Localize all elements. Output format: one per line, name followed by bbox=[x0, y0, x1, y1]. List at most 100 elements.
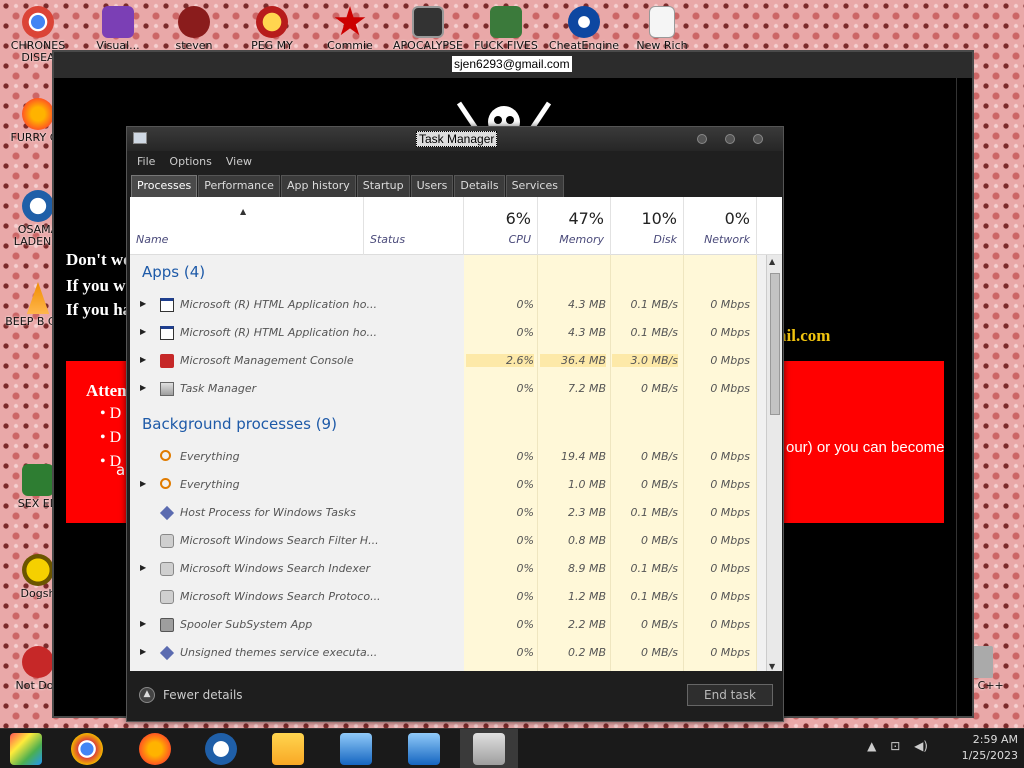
browser-scrollbar[interactable] bbox=[956, 78, 972, 716]
diamond-icon bbox=[159, 505, 175, 521]
task-manager-titlebar[interactable]: Task Manager bbox=[127, 127, 783, 151]
chevron-right-icon[interactable]: ▶ bbox=[140, 619, 146, 628]
volume-icon[interactable]: ◀) bbox=[914, 739, 928, 753]
process-disk: 0.1 MB/s bbox=[630, 326, 678, 339]
process-network: 0 Mbps bbox=[710, 326, 750, 339]
desktop-icon-apocalypse[interactable]: APOCALYPSE bbox=[392, 6, 464, 52]
process-network: 0 Mbps bbox=[710, 298, 750, 311]
task-manager-footer: ▲ Fewer details End task bbox=[127, 671, 783, 721]
file-explorer-icon[interactable] bbox=[272, 733, 304, 765]
process-row[interactable]: ▶ Microsoft Management Console 2.6% 36.4 MB… bbox=[130, 347, 766, 375]
chevron-right-icon[interactable]: ▶ bbox=[140, 299, 146, 308]
firefox-icon[interactable] bbox=[139, 733, 171, 765]
column-header-disk[interactable]: 10% Disk bbox=[611, 197, 684, 255]
process-row[interactable]: ▶ Spooler SubSystem App 0% 2.2 MB 0 MB/s 0 Mb… bbox=[130, 611, 766, 639]
chevron-right-icon[interactable]: ▶ bbox=[140, 327, 146, 336]
end-task-button[interactable]: End task bbox=[687, 684, 773, 706]
process-list-scrollbar[interactable]: ▲ ▼ bbox=[766, 255, 782, 673]
sort-up-icon: ▲ bbox=[240, 207, 247, 216]
window-icon bbox=[160, 298, 174, 312]
scrollbar-thumb[interactable] bbox=[770, 273, 780, 415]
fewer-details-link[interactable]: Fewer details bbox=[163, 688, 243, 702]
scroll-down-icon[interactable]: ▼ bbox=[769, 662, 775, 671]
process-list: Apps (4) ▶ Microsoft (R) HTML Application… bbox=[130, 255, 766, 673]
process-cpu: 0% bbox=[516, 506, 534, 519]
clock[interactable]: 2:59 AM 1/25/2023 bbox=[962, 731, 1018, 762]
remote-app-icon-2[interactable] bbox=[408, 733, 440, 765]
menu-view[interactable]: View bbox=[226, 155, 252, 171]
process-cpu: 0% bbox=[516, 298, 534, 311]
process-row[interactable]: Host Process for Windows Tasks 0% 2.3 MB 0.… bbox=[130, 499, 766, 527]
process-name: Microsoft Management Console bbox=[180, 354, 354, 367]
obama-logo-icon[interactable] bbox=[205, 733, 237, 765]
process-disk: 3.0 MB/s bbox=[612, 354, 678, 367]
process-row[interactable]: ▶ Microsoft (R) HTML Application ho... 0% 4… bbox=[130, 319, 766, 347]
menu-file[interactable]: File bbox=[137, 155, 155, 171]
process-row[interactable]: ▶ Unsigned themes service executa... 0% 0.2… bbox=[130, 639, 766, 667]
chevron-right-icon[interactable]: ▶ bbox=[140, 383, 146, 392]
column-header-cpu[interactable]: 6% CPU bbox=[464, 197, 538, 255]
scroll-up-icon[interactable]: ▲ bbox=[769, 257, 775, 266]
tab-performance[interactable]: Performance bbox=[198, 175, 280, 197]
menu-options[interactable]: Options bbox=[169, 155, 211, 171]
ransom-line-1: Don't wo bbox=[66, 250, 132, 269]
process-row[interactable]: Everything 0% 19.4 MB 0 MB/s 0 Mbps bbox=[130, 443, 766, 471]
process-row[interactable]: Microsoft Windows Search Filter H... 0% 0.… bbox=[130, 527, 766, 555]
process-cpu: 0% bbox=[516, 534, 534, 547]
ransom-email-tail[interactable]: ail.com bbox=[778, 326, 830, 346]
tab-startup[interactable]: Startup bbox=[356, 175, 410, 197]
process-cpu: 0% bbox=[516, 562, 534, 575]
remote-app-icon[interactable] bbox=[340, 733, 372, 765]
tab-users[interactable]: Users bbox=[410, 175, 454, 197]
photos-icon[interactable] bbox=[10, 733, 42, 765]
process-memory: 19.4 MB bbox=[560, 450, 606, 463]
task-manager-icon[interactable] bbox=[473, 733, 505, 765]
desktop-icon-fuck-fives[interactable]: FUCK FIVES bbox=[470, 6, 542, 52]
process-disk: 0.1 MB/s bbox=[630, 590, 678, 603]
process-row[interactable]: ▶ Everything 0% 1.0 MB 0 MB/s 0 Mbps bbox=[130, 471, 766, 499]
desktop-icon-steven[interactable]: steven bbox=[158, 6, 230, 52]
close-button[interactable] bbox=[753, 134, 763, 144]
task-manager-window[interactable]: Task Manager File Options View Processes… bbox=[126, 126, 784, 722]
column-header-network[interactable]: 0% Network bbox=[684, 197, 757, 255]
chevron-right-icon[interactable]: ▶ bbox=[140, 355, 146, 364]
browser-titlebar[interactable]: sjen6293@gmail.com bbox=[54, 52, 972, 78]
chevron-up-icon[interactable]: ▲ bbox=[139, 687, 155, 703]
column-header-status[interactable]: Status bbox=[364, 197, 464, 255]
desktop-icon-cheatengine[interactable]: CheatEngine bbox=[548, 6, 620, 52]
desktop-icon-visual[interactable]: Visual... bbox=[82, 6, 154, 52]
process-row[interactable]: ▶ Microsoft (R) HTML Application ho... 0% 4… bbox=[130, 291, 766, 319]
tab-services[interactable]: Services bbox=[505, 175, 564, 197]
menu-bar: File Options View bbox=[127, 151, 783, 171]
network-icon[interactable]: ⊡ bbox=[890, 739, 900, 753]
process-memory: 1.2 MB bbox=[567, 590, 606, 603]
maximize-button[interactable] bbox=[725, 134, 735, 144]
show-hidden-icons-icon[interactable]: ▲ bbox=[867, 739, 876, 753]
process-row[interactable]: ▶ Microsoft Windows Search Indexer 0% 8.9 M… bbox=[130, 555, 766, 583]
minimize-button[interactable] bbox=[697, 134, 707, 144]
chrome-icon[interactable] bbox=[71, 733, 103, 765]
console-icon bbox=[160, 354, 174, 368]
column-header-memory[interactable]: 47% Memory bbox=[538, 197, 611, 255]
vlc-cone-icon bbox=[26, 282, 50, 314]
ransom-line-3: If you ha bbox=[66, 300, 132, 319]
badge-icon bbox=[178, 6, 210, 38]
tab-bar: Processes Performance App history Startu… bbox=[127, 171, 783, 197]
chevron-right-icon[interactable]: ▶ bbox=[140, 647, 146, 656]
column-header-name[interactable]: ▲ Name bbox=[130, 197, 364, 255]
process-row[interactable]: Microsoft Windows Search Protoco... 0% 1.2… bbox=[130, 583, 766, 611]
tab-processes[interactable]: Processes bbox=[131, 175, 198, 197]
desktop-icon-commie[interactable]: Commie bbox=[314, 6, 386, 52]
chevron-right-icon[interactable]: ▶ bbox=[140, 479, 146, 488]
process-network: 0 Mbps bbox=[710, 646, 750, 659]
magnifier-icon bbox=[160, 478, 171, 489]
process-memory: 2.3 MB bbox=[567, 506, 606, 519]
process-name: Unsigned themes service executa... bbox=[180, 646, 378, 659]
document-icon bbox=[649, 6, 675, 38]
chevron-right-icon[interactable]: ▶ bbox=[140, 563, 146, 572]
tab-app-history[interactable]: App history bbox=[280, 175, 356, 197]
process-row[interactable]: ▶ Task Manager 0% 7.2 MB 0 MB/s 0 Mbps bbox=[130, 375, 766, 403]
tab-details[interactable]: Details bbox=[454, 175, 505, 197]
process-memory: 0.2 MB bbox=[567, 646, 606, 659]
attention-bullet-1: • D bbox=[100, 405, 122, 422]
